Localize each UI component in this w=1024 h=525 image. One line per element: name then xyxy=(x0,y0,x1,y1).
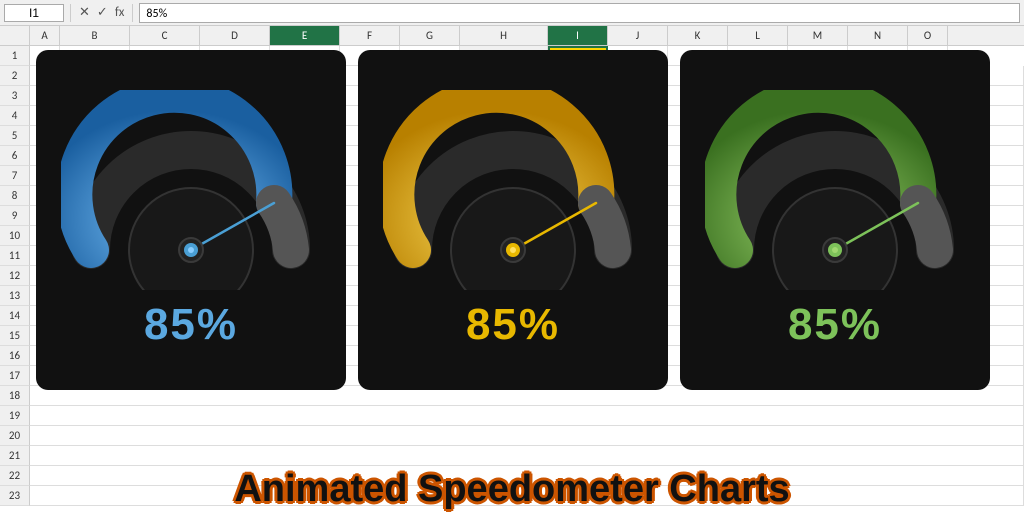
speedometer-gold-svg xyxy=(383,90,643,320)
name-box[interactable] xyxy=(4,4,64,22)
speedometer-gold: 85% xyxy=(358,50,668,390)
formula-icons: ✕ ✓ fx xyxy=(77,5,126,20)
speedometer-green: 85% xyxy=(680,50,990,390)
col-header-i[interactable]: I xyxy=(548,26,608,45)
col-header-m[interactable]: M xyxy=(788,26,848,45)
col-header-f[interactable]: F xyxy=(340,26,400,45)
grid-row-21: 21 xyxy=(0,446,1024,466)
row21-cells[interactable] xyxy=(30,446,1024,466)
page-title-text: Animated Speedometer Charts xyxy=(234,468,789,510)
col-header-a[interactable]: A xyxy=(30,26,60,45)
row19-cells[interactable] xyxy=(30,406,1024,426)
formula-separator xyxy=(70,4,71,22)
corner-cell xyxy=(0,26,30,45)
grid-row-20: 20 xyxy=(0,426,1024,446)
col-header-h[interactable]: H xyxy=(460,26,548,45)
col-header-d[interactable]: D xyxy=(200,26,270,45)
formula-bar: ✕ ✓ fx 85% xyxy=(0,0,1024,26)
speedometer-blue-svg xyxy=(61,90,321,320)
speedometer-blue: 85% xyxy=(36,50,346,390)
col-header-n[interactable]: N xyxy=(848,26,908,45)
column-headers: A B C D E F G H I J K L M N O xyxy=(0,26,1024,46)
row20-cells[interactable] xyxy=(30,426,1024,446)
speedometer-blue-label: 85% xyxy=(144,300,238,350)
fx-icon[interactable]: fx xyxy=(113,5,127,20)
page-title: Animated Speedometer Charts xyxy=(0,468,1024,511)
col-header-b[interactable]: B xyxy=(60,26,130,45)
formula-separator2 xyxy=(132,4,133,22)
charts-container: 85% xyxy=(30,44,996,396)
col-header-o[interactable]: O xyxy=(908,26,948,45)
speedometer-gold-label: 85% xyxy=(466,300,560,350)
col-header-g[interactable]: G xyxy=(400,26,460,45)
col-header-j[interactable]: J xyxy=(608,26,668,45)
col-header-k[interactable]: K xyxy=(668,26,728,45)
col-header-c[interactable]: C xyxy=(130,26,200,45)
col-header-l[interactable]: L xyxy=(728,26,788,45)
speedometer-green-svg xyxy=(705,90,965,320)
speedometer-green-label: 85% xyxy=(788,300,882,350)
confirm-icon[interactable]: ✓ xyxy=(95,5,110,20)
formula-input[interactable]: 85% xyxy=(139,3,1020,23)
row-num-1: 1 xyxy=(0,46,30,66)
cancel-icon[interactable]: ✕ xyxy=(77,5,92,20)
col-header-e[interactable]: E xyxy=(270,26,340,45)
grid-row-19: 19 xyxy=(0,406,1024,426)
